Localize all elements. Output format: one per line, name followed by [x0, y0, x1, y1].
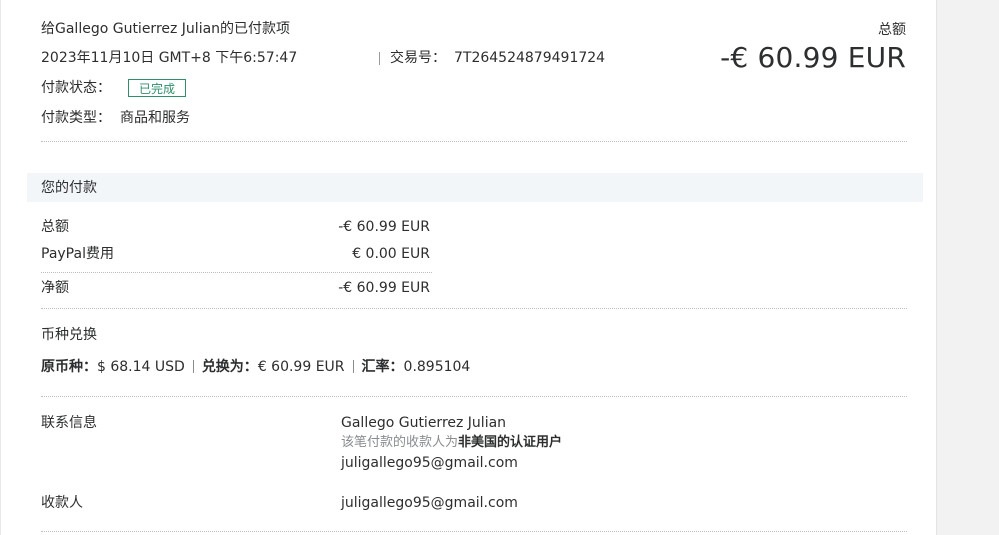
divider [41, 531, 907, 532]
converted-value: € 60.99 EUR [257, 359, 345, 375]
your-payment-section-header [27, 173, 923, 202]
paypal-fee-label: PayPal费用 [41, 246, 114, 262]
contact-name: Gallego Gutierrez Julian [341, 415, 507, 431]
paypal-fee-value: € 0.00 EUR [352, 246, 430, 262]
gross-amount-value: -€ 60.99 EUR [338, 219, 430, 235]
total-amount: -€ 60.99 EUR [720, 41, 906, 74]
transaction-details-card: 给Gallego Gutierrez Julian的已付款项 总额 2023年1… [0, 0, 937, 535]
divider [352, 360, 354, 373]
conversion-details: 原币种：$ 68.14 USD 兑换为：€ 60.99 EUR 汇率：0.89510… [41, 358, 470, 376]
page-title: 给Gallego Gutierrez Julian的已付款项 [41, 21, 291, 37]
header-separator [379, 52, 380, 65]
divider [41, 396, 907, 397]
divider [41, 272, 432, 273]
net-amount-label: 净额 [41, 280, 69, 296]
divider [41, 308, 907, 309]
payment-status-label: 付款状态： [41, 80, 111, 96]
exchange-rate-value: 0.895104 [403, 359, 471, 375]
your-payment-title: 您的付款 [41, 180, 97, 196]
original-currency-label: 原币种： [41, 359, 97, 375]
original-currency-value: $ 68.14 USD [97, 359, 185, 375]
transaction-id-label: 交易号： [390, 50, 446, 66]
divider [192, 360, 194, 373]
converted-label: 兑换为： [201, 359, 258, 375]
gross-amount-label: 总额 [41, 219, 69, 235]
recipient-verification-note: 该笔付款的收款人为非美国的认证用户 [341, 434, 562, 451]
note-emphasis: 非美国的认证用户 [458, 435, 563, 450]
recipient-email[interactable]: juligallego95@gmail.com [341, 494, 518, 512]
currency-conversion-title: 币种兑换 [41, 327, 97, 343]
total-label: 总额 [878, 22, 906, 38]
status-badge: 已完成 [128, 79, 187, 97]
note-text: 该笔付款的收款人为 [341, 435, 459, 450]
net-amount-value: -€ 60.99 EUR [338, 280, 430, 296]
transaction-id[interactable]: 7T264524879491724 [454, 49, 605, 67]
payment-type-value: 商品和服务 [120, 110, 190, 126]
exchange-rate-label: 汇率： [361, 359, 404, 375]
payment-type-label: 付款类型： [41, 110, 111, 126]
recipient-label: 收款人 [41, 495, 83, 511]
contact-email[interactable]: juligallego95@gmail.com [341, 454, 518, 472]
transaction-date: 2023年11月10日 GMT+8 下午6:57:47 [41, 50, 298, 66]
contact-info-label: 联系信息 [41, 415, 97, 431]
divider [41, 141, 907, 142]
